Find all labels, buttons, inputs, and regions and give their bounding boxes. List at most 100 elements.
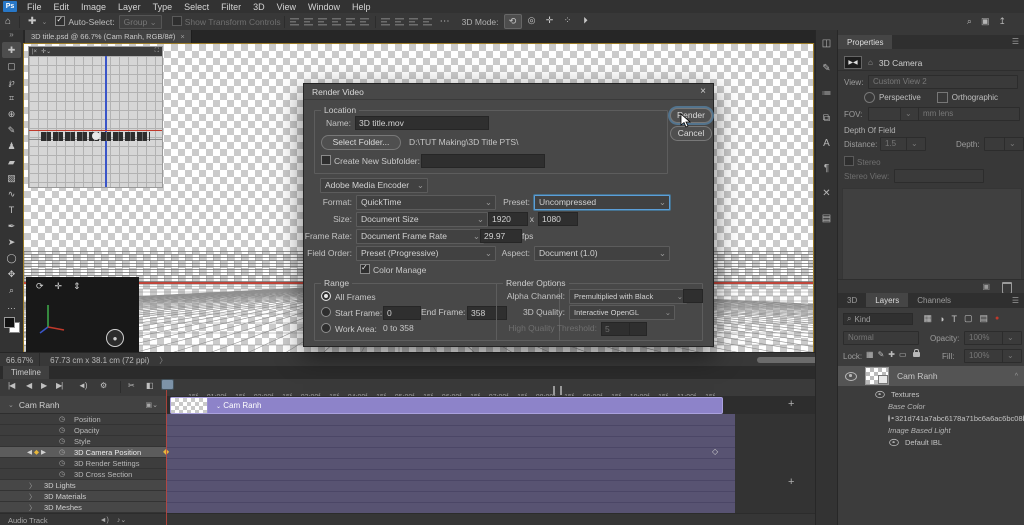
eye-icon[interactable] <box>889 438 899 446</box>
depth-stepper[interactable]: ⌄ <box>1004 137 1024 151</box>
distribute-1-icon[interactable] <box>381 17 391 26</box>
add-track-button[interactable]: + <box>788 476 794 488</box>
histogram-panel-icon[interactable]: ◫ <box>822 38 831 49</box>
tab-channels[interactable]: Channels <box>908 293 960 307</box>
layer-row-selected[interactable]: Cam Ranh ^ <box>838 366 1024 386</box>
tab-3d[interactable]: 3D <box>838 293 866 307</box>
keyframe-navigator[interactable]: ◀◆▶ <box>27 448 48 456</box>
menu-filter[interactable]: Filter <box>215 2 247 12</box>
all-frames-radio[interactable]: All Frames <box>321 291 376 302</box>
menu-window[interactable]: Window <box>302 2 346 12</box>
collapse-icon[interactable]: ^ <box>1015 373 1018 380</box>
menu-select[interactable]: Select <box>178 2 215 12</box>
brush-tool[interactable]: ✎ <box>2 122 21 138</box>
alpha-channel-dropdown[interactable]: Premultiplied with Black ⌄ <box>569 289 687 304</box>
clone-source-panel-icon[interactable]: ⧉ <box>823 113 830 124</box>
stopwatch-icon[interactable]: ◷ <box>59 448 65 456</box>
foreground-color-swatch[interactable] <box>3 317 15 328</box>
menu-view[interactable]: View <box>271 2 302 12</box>
music-note-icon[interactable]: ♪⌄ <box>117 516 126 524</box>
stopwatch-icon[interactable]: ◷ <box>59 470 65 478</box>
align-bottom-icon[interactable] <box>360 17 370 26</box>
expand-icon[interactable]: 〉 <box>29 503 36 513</box>
expand-icon[interactable]: 〉 <box>29 481 36 491</box>
play-button[interactable]: ▶ <box>41 381 47 390</box>
menu-layer[interactable]: Layer <box>112 2 147 12</box>
stopwatch-icon[interactable]: ◷ <box>59 415 65 423</box>
lock-pixels-icon[interactable]: ✎ <box>878 350 885 359</box>
distribute-3-icon[interactable] <box>409 17 419 26</box>
more-tools-icon[interactable]: … <box>2 298 21 314</box>
add-media-button[interactable]: + <box>788 398 794 410</box>
format-dropdown[interactable]: QuickTime ⌄ <box>356 195 496 210</box>
clone-stamp-tool[interactable]: ♟ <box>2 138 21 154</box>
path-select-tool[interactable]: ➤ <box>2 234 21 250</box>
work-area-radio[interactable]: Work Area: <box>321 323 377 334</box>
previous-frame-button[interactable]: ◀ <box>26 381 32 390</box>
fill-stepper[interactable]: ⌄ <box>1002 349 1022 363</box>
encoder-dropdown[interactable]: Adobe Media Encoder ⌄ <box>320 178 428 193</box>
home-icon[interactable]: ⌂ <box>0 16 16 27</box>
healing-brush-tool[interactable]: ⊕ <box>2 106 21 122</box>
caret-down-icon[interactable]: ⌄ <box>8 401 14 409</box>
gradient-tool[interactable]: ▧ <box>2 170 21 186</box>
layer-child-row[interactable]: Image Based Light <box>838 424 1024 436</box>
close-icon[interactable]: × <box>700 86 706 97</box>
speaker-icon[interactable]: ◄) <box>100 517 109 524</box>
perspective-icon[interactable] <box>863 92 875 103</box>
prev-keyframe-icon[interactable]: ◀ <box>27 449 34 456</box>
dolly-3d-icon[interactable]: ⏵ <box>578 14 594 27</box>
distribute-4-icon[interactable] <box>423 17 433 26</box>
status-chevron-icon[interactable]: 〉 <box>159 355 167 366</box>
zoom-level-field[interactable]: 66.67% <box>0 353 41 367</box>
layer-child-row[interactable]: Textures <box>838 388 1024 400</box>
tab-timeline[interactable]: Timeline <box>3 366 49 379</box>
opacity-stepper[interactable]: ⌄ <box>1002 331 1022 345</box>
start-frame-input[interactable]: 0 <box>383 306 421 320</box>
crop-tool[interactable]: ⌗ <box>2 90 21 106</box>
track-header-position[interactable]: ◷ Position <box>0 414 166 425</box>
roll-3d-icon[interactable]: ◎ <box>524 14 540 27</box>
color-manage-checkbox[interactable]: Color Manage <box>360 263 426 275</box>
secondary-3d-view[interactable]: |× ✛⌄ ⛶ <box>28 46 163 188</box>
document-tab[interactable]: 3D title.psd @ 66.7% (Cam Ranh, RGB/8#) … <box>25 30 192 43</box>
dialog-titlebar[interactable]: Render Video × <box>304 84 713 100</box>
zoom-tool[interactable]: ⌕ <box>2 282 21 298</box>
libraries-panel-icon[interactable]: ▤ <box>822 213 831 224</box>
search-icon[interactable]: ⌕ <box>967 16 972 27</box>
align-top-icon[interactable] <box>332 17 342 26</box>
filter-type-icon[interactable]: T <box>951 314 957 324</box>
fov-stepper[interactable]: ⌄ <box>900 107 920 121</box>
track-lanes[interactable]: ◆◇ <box>163 414 735 514</box>
menu-3d[interactable]: 3D <box>247 2 271 12</box>
orthographic-label[interactable]: Orthographic <box>952 93 998 102</box>
panel-menu-icon[interactable]: ☰ <box>1012 37 1019 46</box>
track-header-opacity[interactable]: ◷ Opacity <box>0 425 166 436</box>
pan-camera-icon[interactable]: ✛ <box>55 281 63 292</box>
filter-pixel-icon[interactable]: ▦ <box>924 313 933 324</box>
aspect-dropdown[interactable]: Document (1.0) ⌄ <box>534 246 670 261</box>
orbit-camera-icon[interactable]: ⟳ <box>36 281 44 292</box>
select-folder-button[interactable]: Select Folder... <box>321 135 401 150</box>
mute-audio-button[interactable]: ◄) <box>78 381 88 390</box>
share-icon[interactable]: ↥ <box>998 16 1006 27</box>
matte-color-swatch[interactable] <box>683 289 703 303</box>
show-transform-checkbox[interactable]: Show Transform Controls <box>171 16 281 27</box>
marquee-tool[interactable]: ▢ <box>2 58 21 74</box>
lasso-tool[interactable]: ℘ <box>2 74 21 90</box>
layer-filter-search[interactable]: ⌕ Kind <box>843 313 913 325</box>
height-input[interactable]: 1080 <box>538 212 578 226</box>
expand-icon[interactable]: 〉 <box>29 492 36 502</box>
menu-type[interactable]: Type <box>147 2 179 12</box>
blend-mode-dropdown[interactable]: Normal <box>843 331 919 345</box>
timeline-settings-icon[interactable]: ⚙ <box>100 381 107 390</box>
workspace-icon[interactable]: ▣ <box>981 16 990 27</box>
layer-child-row[interactable]: Default IBL <box>838 436 1024 448</box>
coordinates-icon[interactable]: ▣ <box>982 282 990 291</box>
more-options-icon[interactable]: ⋯ <box>435 16 456 27</box>
lens-dropdown[interactable]: mm lens <box>918 107 1020 121</box>
menu-file[interactable]: File <box>21 2 48 12</box>
track-options-icon[interactable]: ▣⌄ <box>146 401 158 409</box>
layer-child-row[interactable]: 321d741a7abc6178a71bc6a6ac6bc08b <box>838 412 1024 424</box>
tab-layers[interactable]: Layers <box>866 293 909 307</box>
